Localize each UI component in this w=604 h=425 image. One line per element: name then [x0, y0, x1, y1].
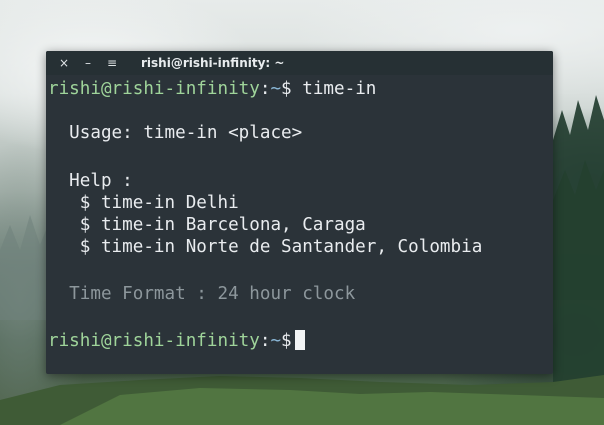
close-icon[interactable]: × — [56, 54, 72, 72]
minimize-icon[interactable]: – — [80, 54, 96, 72]
prompt-symbol: $ — [281, 331, 292, 351]
prompt-separator: : — [259, 331, 271, 351]
prompt-path: ~ — [270, 331, 282, 351]
command-line: rishi@rishi-infinity:~$ time-in — [48, 78, 376, 100]
terminal-area[interactable]: rishi@rishi-infinity:~$ time-in Usage: t… — [46, 75, 553, 374]
prompt-separator: : — [259, 79, 271, 99]
time-format-note: Time Format : 24 hour clock — [48, 284, 356, 304]
text-cursor — [294, 330, 305, 350]
help-heading: Help : — [48, 171, 133, 191]
prompt-symbol: $ — [281, 79, 292, 99]
window-titlebar[interactable]: × – ≡ rishi@rishi-infinity: ~ — [46, 51, 553, 75]
active-prompt-line[interactable]: rishi@rishi-infinity:~$ — [48, 330, 305, 352]
menu-icon[interactable]: ≡ — [104, 54, 120, 72]
prompt-user-host: rishi@rishi-infinity — [48, 79, 260, 99]
help-example: $ time-in Norte de Santander, Colombia — [48, 237, 483, 257]
prompt-user-host: rishi@rishi-infinity — [48, 331, 260, 351]
usage-line: Usage: time-in <place> — [48, 123, 303, 143]
help-example: $ time-in Barcelona, Caraga — [48, 215, 366, 235]
help-example: $ time-in Delhi — [48, 193, 239, 213]
command-text: time-in — [291, 79, 377, 99]
terminal-window: × – ≡ rishi@rishi-infinity: ~ rishi@rish… — [46, 51, 553, 374]
prompt-path: ~ — [270, 79, 282, 99]
window-title: rishi@rishi-infinity: ~ — [141, 56, 285, 70]
